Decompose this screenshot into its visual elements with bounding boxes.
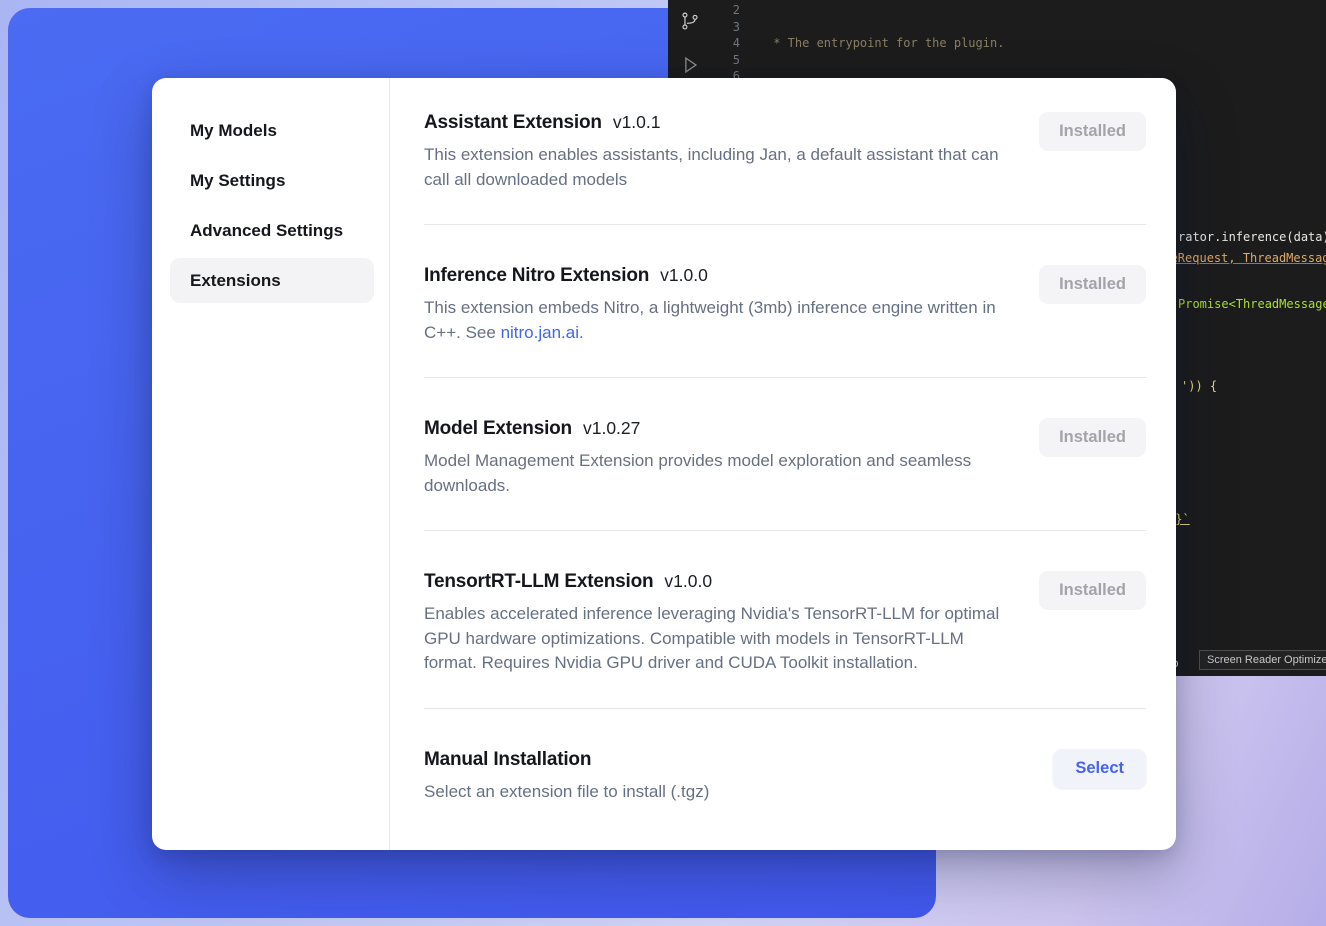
installed-button[interactable]: Installed — [1039, 265, 1146, 304]
extension-title: Model Extension v1.0.27 — [424, 418, 1016, 440]
extension-version: v1.0.0 — [664, 571, 712, 592]
extension-title: TensortRT-LLM Extension v1.0.0 — [424, 571, 1016, 593]
installed-button[interactable]: Installed — [1039, 112, 1146, 151]
extension-version: v1.0.27 — [583, 418, 640, 439]
extension-description: Enables accelerated inference leveraging… — [424, 602, 1016, 676]
extension-title: Inference Nitro Extension v1.0.0 — [424, 265, 1016, 287]
code-fragment-brace: ')) { — [1181, 379, 1217, 393]
settings-modal: My Models My Settings Advanced Settings … — [152, 78, 1176, 850]
sidebar-item-my-settings[interactable]: My Settings — [170, 158, 374, 203]
settings-sidebar: My Models My Settings Advanced Settings … — [152, 78, 390, 850]
extensions-panel: Assistant Extension v1.0.1 This extensio… — [390, 78, 1176, 850]
extension-row-assistant: Assistant Extension v1.0.1 This extensio… — [424, 78, 1146, 225]
sidebar-item-advanced-settings[interactable]: Advanced Settings — [170, 208, 374, 253]
source-control-icon[interactable] — [679, 10, 701, 32]
code-fragment-promise: Promise<ThreadMessage> — [1178, 297, 1326, 311]
manual-installation-title: Manual Installation — [424, 749, 709, 771]
extension-version: v1.0.0 — [660, 265, 708, 286]
screen-reader-badge: Screen Reader Optimized — [1199, 650, 1326, 670]
run-debug-icon[interactable] — [679, 54, 701, 76]
extension-row-nitro: Inference Nitro Extension v1.0.0 This ex… — [424, 225, 1146, 378]
extension-description: This extension enables assistants, inclu… — [424, 143, 1016, 192]
manual-installation-row: Manual Installation Select an extension … — [424, 709, 1146, 825]
extension-description: This extension embeds Nitro, a lightweig… — [424, 296, 1016, 345]
editor-line-numbers: 2 3 4 5 6 — [714, 2, 740, 85]
extension-version: v1.0.1 — [613, 112, 661, 133]
sidebar-item-my-models[interactable]: My Models — [170, 108, 374, 153]
sidebar-item-extensions[interactable]: Extensions — [170, 258, 374, 303]
select-file-button[interactable]: Select — [1053, 749, 1146, 788]
extension-row-tensorrt: TensortRT-LLM Extension v1.0.0 Enables a… — [424, 531, 1146, 709]
code-comment-line: * The entrypoint for the plugin. — [766, 36, 1004, 50]
manual-installation-description: Select an extension file to install (.tg… — [424, 780, 709, 805]
code-fragment-inference: rator.inference(data)); — [1178, 230, 1326, 244]
extension-description: Model Management Extension provides mode… — [424, 449, 1016, 498]
extension-row-model: Model Extension v1.0.27 Model Management… — [424, 378, 1146, 531]
installed-button[interactable]: Installed — [1039, 418, 1146, 457]
nitro-link[interactable]: nitro.jan.ai. — [501, 323, 584, 342]
installed-button[interactable]: Installed — [1039, 571, 1146, 610]
desktop: 2 3 4 5 6 * The entrypoint for the plugi… — [0, 0, 1326, 926]
extension-title: Assistant Extension v1.0.1 — [424, 112, 1016, 134]
